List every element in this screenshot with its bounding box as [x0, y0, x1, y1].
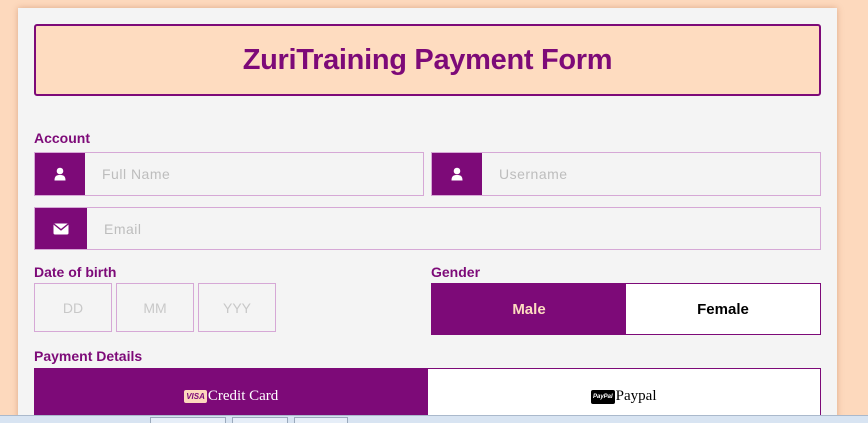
account-section-label: Account	[34, 130, 90, 146]
gender-section-label: Gender	[431, 264, 481, 280]
form-title: ZuriTraining Payment Form	[242, 43, 613, 76]
visa-card-icon: VISA	[184, 390, 207, 403]
dob-year-input[interactable]	[198, 283, 276, 332]
credit-card-label: Credit Card	[207, 388, 279, 404]
payment-form-card: ZuriTraining Payment Form Account Full N…	[18, 8, 837, 423]
form-header: ZuriTraining Payment Form	[34, 24, 821, 96]
dob-day-input[interactable]	[34, 283, 112, 332]
payment-section-label: Payment Details	[34, 348, 143, 364]
gender-option-male[interactable]: Male	[432, 284, 626, 334]
email-field-group	[34, 207, 821, 250]
user-icon	[35, 153, 85, 195]
email-input[interactable]	[87, 208, 820, 249]
dob-month-input[interactable]	[116, 283, 194, 332]
gender-option-female[interactable]: Female	[626, 284, 820, 334]
paypal-label: Paypal	[615, 388, 657, 404]
os-taskbar	[0, 415, 868, 423]
username-field-group	[431, 152, 821, 196]
full-name-field-group	[34, 152, 424, 196]
dob-section-label: Date of birth	[34, 264, 117, 280]
paypal-icon: PayPal	[590, 389, 615, 404]
taskbar-button[interactable]	[294, 417, 348, 423]
taskbar-button[interactable]	[150, 417, 226, 423]
envelope-icon	[35, 208, 87, 249]
username-input[interactable]	[482, 153, 820, 195]
full-name-input[interactable]	[85, 153, 423, 195]
gender-toggle: Male Female	[431, 283, 821, 335]
taskbar-button[interactable]	[232, 417, 288, 423]
user-icon	[432, 153, 482, 195]
